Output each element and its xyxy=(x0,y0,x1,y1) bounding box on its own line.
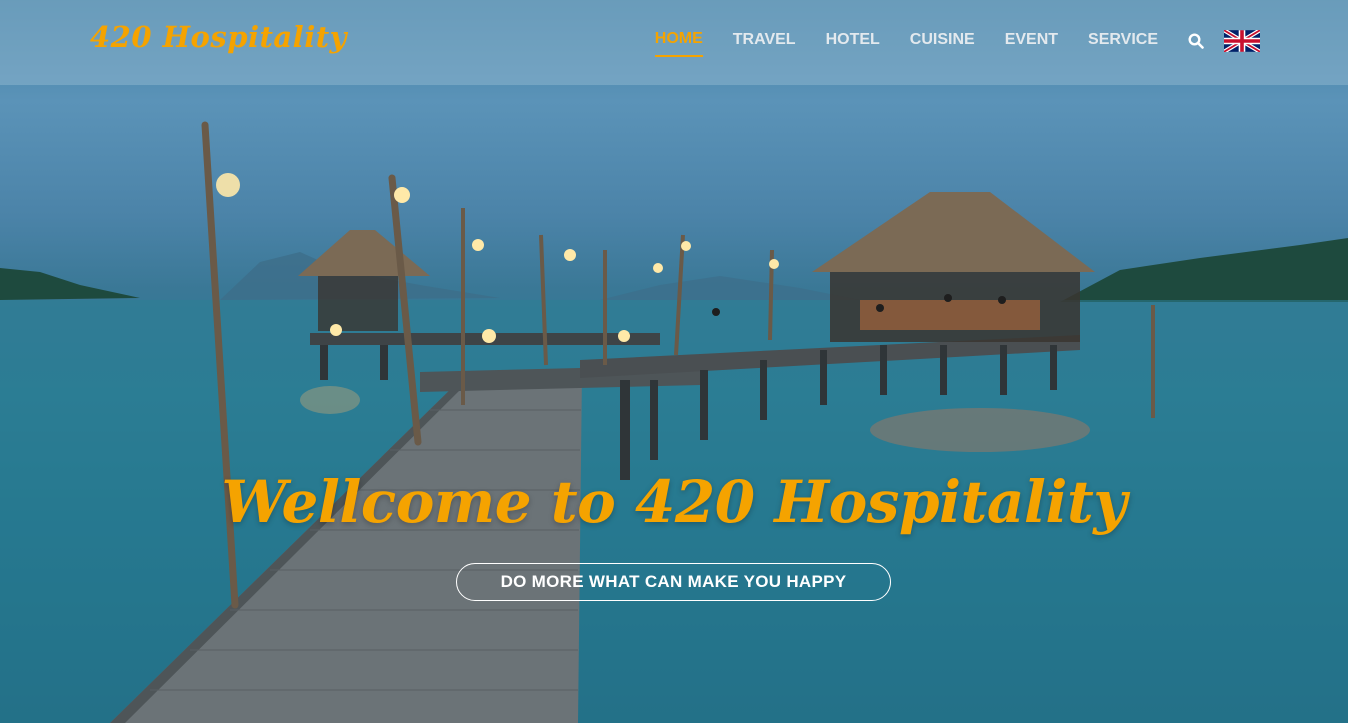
top-navbar: 420 Hospitality HOME TRAVEL HOTEL CUISIN… xyxy=(0,0,1348,85)
pier-scene-image xyxy=(0,121,1348,723)
nav-hotel[interactable]: HOTEL xyxy=(826,31,880,56)
hero-background xyxy=(0,0,1348,723)
nav-home[interactable]: HOME xyxy=(654,30,703,57)
hero-cta-button[interactable]: DO MORE WHAT CAN MAKE YOU HAPPY xyxy=(456,563,891,601)
search-icon[interactable] xyxy=(1188,32,1204,49)
uk-flag-icon[interactable] xyxy=(1224,29,1260,52)
nav-cuisine[interactable]: CUISINE xyxy=(910,31,975,56)
nav-event[interactable]: EVENT xyxy=(1005,31,1058,56)
hero-headline: Wellcome to 420 Hospitality xyxy=(221,468,1127,536)
nav-travel[interactable]: TRAVEL xyxy=(733,31,796,56)
site-logo[interactable]: 420 Hospitality xyxy=(90,20,347,54)
main-nav: HOME TRAVEL HOTEL CUISINE EVENT SERVICE xyxy=(625,29,1260,57)
nav-service[interactable]: SERVICE xyxy=(1088,31,1158,56)
